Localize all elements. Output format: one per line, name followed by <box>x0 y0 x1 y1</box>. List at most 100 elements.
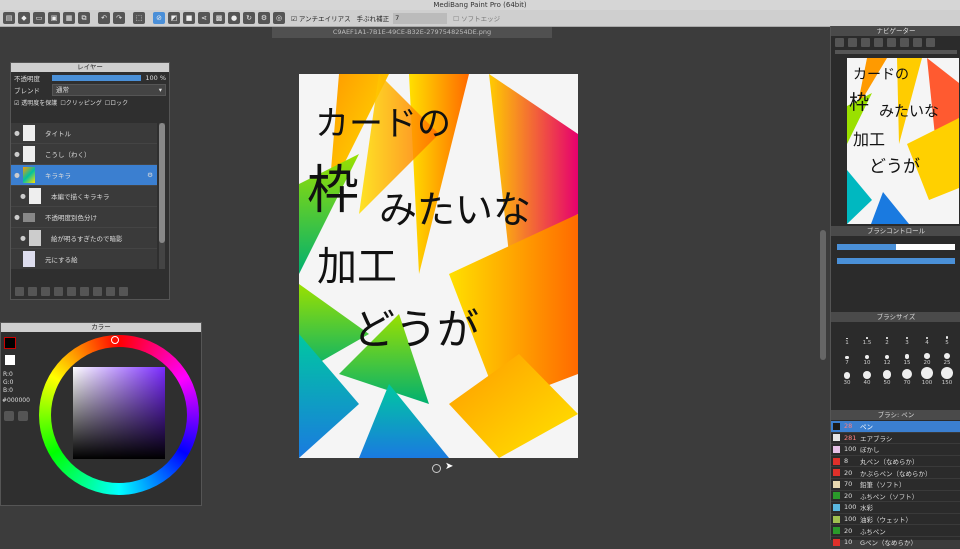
layer-row[interactable]: ● 絵が明るすぎたので暗影 <box>11 228 157 249</box>
new-layer-icon[interactable] <box>15 286 24 296</box>
brush-size-option[interactable]: 7 <box>837 346 857 366</box>
layer-menu-icon[interactable] <box>67 286 76 296</box>
dock-scrollbar[interactable] <box>820 230 826 360</box>
brush-list-item[interactable]: 20 かぶらペン（なめらか） <box>831 467 960 479</box>
comment-icon[interactable]: ◆ <box>18 12 30 24</box>
brush-list-item[interactable]: 100 油彩（ウェット） <box>831 514 960 526</box>
transform-icon[interactable]: ⋖ <box>198 12 210 24</box>
stabilizer-select[interactable]: 7 <box>393 12 448 24</box>
eye-icon[interactable]: ● <box>11 171 23 179</box>
invert-selection-icon[interactable]: ◩ <box>168 12 180 24</box>
navigator-preview[interactable]: カードの 枠 みたいな 加工 どうが <box>847 58 959 224</box>
brush-size-option[interactable]: 20 <box>917 346 937 366</box>
soft-edge-checkbox[interactable]: ☐ ソフトエッジ <box>453 13 500 23</box>
snap-icon[interactable]: ◎ <box>273 12 285 24</box>
actual-size-icon[interactable] <box>874 37 883 47</box>
layer-row[interactable]: ● 不透明度別色分け <box>11 207 157 228</box>
eye-icon[interactable]: ● <box>11 150 23 158</box>
brush-size-option[interactable]: 1.5 <box>857 326 877 346</box>
duplicate-layer-icon[interactable] <box>93 286 102 296</box>
brush-size-option[interactable]: 15 <box>897 346 917 366</box>
brush-size-option[interactable]: 25 <box>937 346 957 366</box>
grid-icon[interactable]: ▦ <box>63 12 75 24</box>
foreground-color-swatch[interactable] <box>4 337 16 349</box>
brush-size-option[interactable]: 100 <box>917 366 937 386</box>
settings-icon[interactable]: ⚙ <box>258 12 270 24</box>
eye-icon[interactable]: ● <box>17 192 29 200</box>
layer-row[interactable]: ● こうし（わく） <box>11 144 157 165</box>
brush-list-item[interactable]: 8 丸ペン（なめらか） <box>831 456 960 468</box>
color-hex-value[interactable]: #000000 <box>2 397 30 404</box>
gear-icon[interactable]: ⚙ <box>147 171 153 179</box>
rotate-left-icon[interactable] <box>887 37 896 47</box>
brush-list-item[interactable]: 28 ペン <box>831 421 960 433</box>
deselect-icon[interactable]: ⊘ <box>153 12 165 24</box>
blend-select[interactable]: 通常 ▾ <box>52 83 166 96</box>
clipping-checkbox[interactable]: ☐クリッピング <box>60 98 101 107</box>
flip-icon[interactable] <box>926 37 935 47</box>
new-8bit-layer-icon[interactable] <box>41 286 50 296</box>
document-tab[interactable]: C9AEF1A1-7B1E-49CE-B32E-2797548254DE.png <box>272 27 552 38</box>
merge-down-icon[interactable] <box>106 286 115 296</box>
brush-size-slider[interactable] <box>837 244 955 250</box>
new-1bit-layer-icon[interactable] <box>54 286 63 296</box>
brush-size-option[interactable]: 2 <box>877 326 897 346</box>
brush-list-item[interactable]: 100 ぼかし <box>831 444 960 456</box>
trash-icon[interactable] <box>119 286 128 296</box>
antialias-checkbox[interactable]: ☑ アンチエイリアス <box>291 13 351 23</box>
brush-size-option[interactable]: 70 <box>897 366 917 386</box>
new-file-icon[interactable]: ▤ <box>3 12 15 24</box>
redo-icon[interactable]: ↷ <box>113 12 125 24</box>
eye-icon[interactable]: ● <box>17 234 29 242</box>
fit-icon[interactable] <box>861 37 870 47</box>
layer-row[interactable]: ● 本編で描くキラキラ <box>11 186 157 207</box>
layer-row[interactable]: ● キラキラ ⚙ <box>11 165 157 186</box>
navigator-zoom-slider[interactable] <box>835 50 957 54</box>
brush-size-option[interactable]: 10 <box>857 346 877 366</box>
brush-list-item[interactable]: 281 エアブラシ <box>831 433 960 445</box>
new-halftone-layer-icon[interactable] <box>28 286 37 296</box>
folder-icon[interactable] <box>80 286 89 296</box>
protect-alpha-checkbox[interactable]: ☑ 透明度を保護 <box>14 98 57 107</box>
layer-row[interactable]: 元にする絵 <box>11 249 157 269</box>
eye-icon[interactable]: ● <box>11 213 23 221</box>
layer-row[interactable]: ● タイトル <box>11 123 157 144</box>
brush-size-option[interactable]: 150 <box>937 366 957 386</box>
brush-list-item[interactable]: 70 鉛筆（ソフト） <box>831 479 960 491</box>
lock-checkbox[interactable]: ☐ロック <box>105 98 128 107</box>
brush-size-option[interactable]: 30 <box>837 366 857 386</box>
eyedropper-icon[interactable] <box>18 411 28 421</box>
palette-icon[interactable] <box>4 411 14 421</box>
canvas[interactable]: カードの 枠 みたいな 加工 どうが <box>299 74 578 458</box>
brush-size-option[interactable]: 3 <box>897 326 917 346</box>
brush-list-item[interactable]: 100 水彩 <box>831 502 960 514</box>
brush-size-option[interactable]: 50 <box>877 366 897 386</box>
background-color-swatch[interactable] <box>5 355 15 365</box>
rotate-icon[interactable]: ↻ <box>243 12 255 24</box>
opacity-slider[interactable] <box>52 74 142 81</box>
mesh-icon[interactable]: ▩ <box>213 12 225 24</box>
zoom-in-icon[interactable] <box>835 37 844 47</box>
undo-icon[interactable]: ↶ <box>98 12 110 24</box>
brush-size-option[interactable]: 40 <box>857 366 877 386</box>
export-icon[interactable]: ⧉ <box>78 12 90 24</box>
layer-scrollbar[interactable] <box>159 123 165 269</box>
speech-bubble-icon[interactable]: ▭ <box>33 12 45 24</box>
brush-list-item[interactable]: 20 ふちペン（ソフト） <box>831 491 960 503</box>
brush-opacity-slider[interactable] <box>837 258 955 264</box>
circle-icon[interactable]: ● <box>228 12 240 24</box>
brush-size-option[interactable]: 1 <box>837 326 857 346</box>
select-all-icon[interactable]: ⬚ <box>133 12 145 24</box>
hue-handle[interactable] <box>111 336 119 344</box>
rotate-right-icon[interactable] <box>913 37 922 47</box>
brush-size-option[interactable]: 12 <box>877 346 897 366</box>
eye-icon[interactable]: ● <box>11 129 23 137</box>
brush-list-item[interactable]: 10 Gペン（なめらか） <box>831 537 960 549</box>
saturation-value-square[interactable] <box>73 367 165 459</box>
brush-size-option[interactable]: 5 <box>937 326 957 346</box>
brush-list-item[interactable]: 20 ふちペン <box>831 525 960 537</box>
rotate-reset-icon[interactable] <box>900 37 909 47</box>
zoom-out-icon[interactable] <box>848 37 857 47</box>
brush-size-option[interactable]: 4 <box>917 326 937 346</box>
save-icon[interactable]: ▣ <box>48 12 60 24</box>
